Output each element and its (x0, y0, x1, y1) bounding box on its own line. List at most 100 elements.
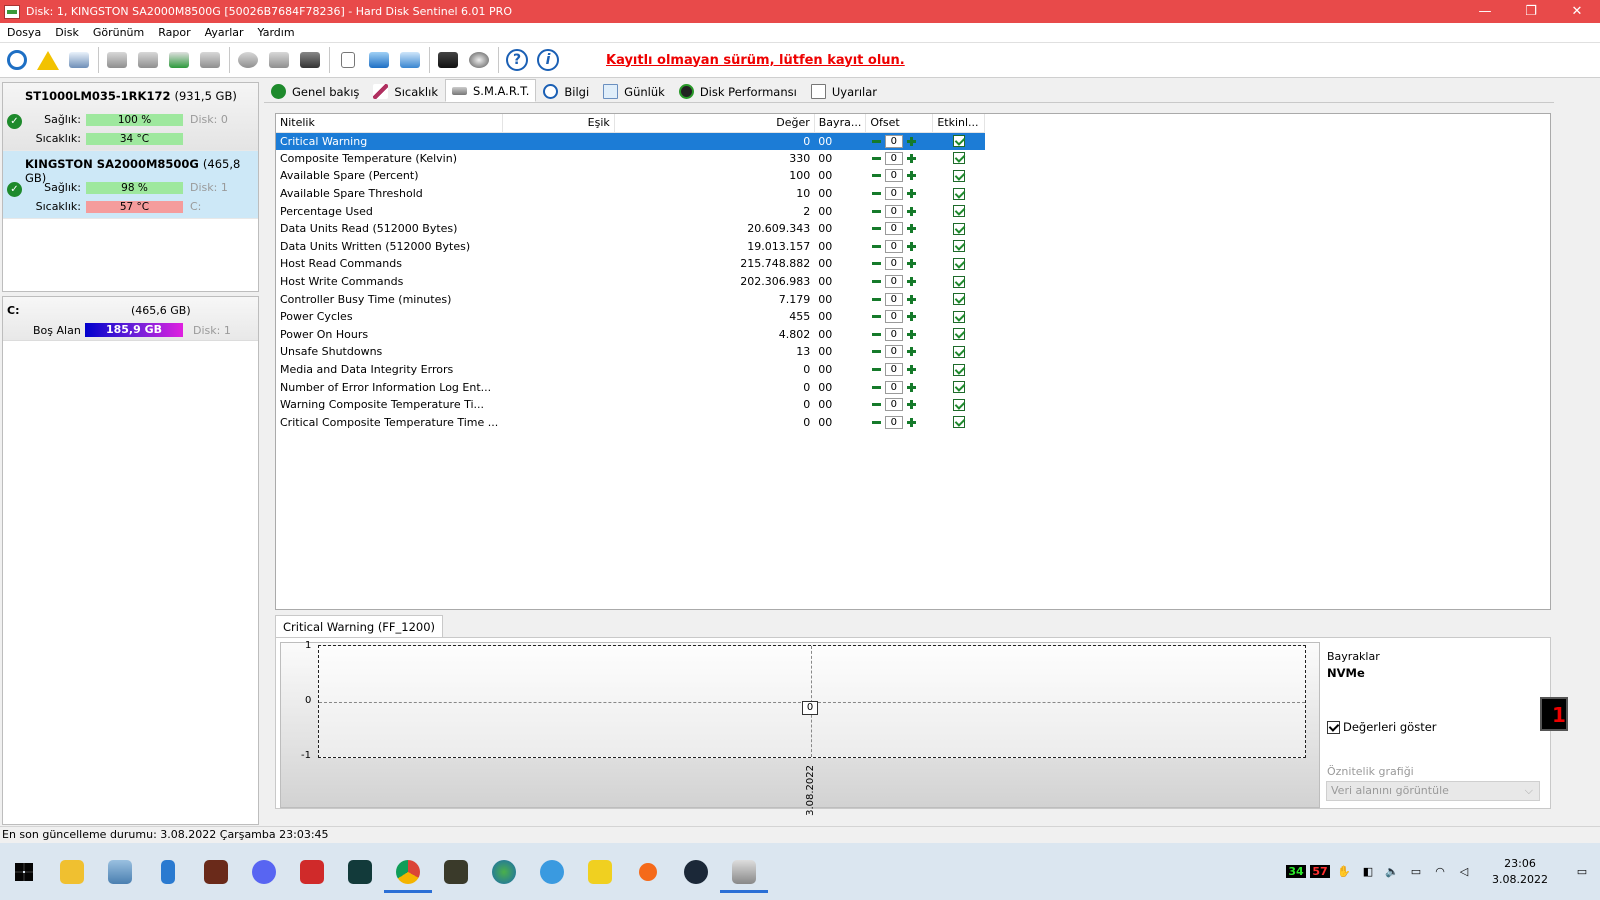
minus-icon[interactable] (870, 275, 883, 288)
col-value[interactable]: Değer (614, 114, 815, 133)
checkbox-icon[interactable] (1327, 720, 1340, 734)
close-button[interactable]: ✕ (1554, 0, 1600, 23)
offset-value[interactable]: 0 (884, 169, 903, 183)
enabled-checkbox[interactable] (952, 205, 965, 218)
tab-smart[interactable]: S.M.A.R.T. (444, 79, 537, 102)
minus-icon[interactable] (870, 152, 883, 165)
minus-icon[interactable] (870, 310, 883, 323)
menu-settings[interactable]: Ayarlar (198, 26, 251, 39)
minus-icon[interactable] (870, 381, 883, 394)
network-icon[interactable] (397, 47, 423, 73)
earth-icon[interactable] (480, 850, 528, 893)
offset-value[interactable]: 0 (884, 292, 903, 306)
warning-icon[interactable] (35, 47, 61, 73)
speaker-icon[interactable] (466, 47, 492, 73)
menu-disk[interactable]: Disk (48, 26, 86, 39)
steam-icon[interactable] (672, 850, 720, 893)
plus-icon[interactable] (905, 416, 918, 429)
menu-report[interactable]: Rapor (151, 26, 197, 39)
enabled-checkbox[interactable] (952, 257, 965, 270)
minus-icon[interactable] (870, 345, 883, 358)
minus-icon[interactable] (870, 328, 883, 341)
plus-icon[interactable] (905, 205, 918, 218)
offset-value[interactable]: 0 (884, 257, 903, 271)
arc-icon[interactable] (336, 850, 384, 893)
info-icon[interactable]: i (535, 47, 561, 73)
minus-icon[interactable] (870, 293, 883, 306)
plus-icon[interactable] (905, 345, 918, 358)
enabled-checkbox[interactable] (952, 310, 965, 323)
tray-temp-disk1[interactable]: 57 (1308, 862, 1332, 882)
offset-value[interactable]: 0 (884, 151, 903, 165)
plus-icon[interactable] (905, 152, 918, 165)
table-row[interactable]: Controller Busy Time (minutes) 7.179 00 0 (276, 290, 985, 308)
plus-icon[interactable] (905, 222, 918, 235)
offset-value[interactable]: 0 (884, 380, 903, 394)
offset-value[interactable]: 0 (884, 187, 903, 201)
col-offset[interactable]: Ofset (865, 114, 934, 133)
battery-icon[interactable]: ▭ (1404, 862, 1428, 882)
enabled-checkbox[interactable] (952, 187, 965, 200)
offset-value[interactable]: 0 (884, 134, 903, 148)
table-row[interactable]: Host Read Commands 215.748.882 00 0 (276, 255, 985, 273)
origin-icon[interactable] (624, 850, 672, 893)
table-row[interactable]: Power On Hours 4.802 00 0 (276, 326, 985, 344)
enabled-checkbox[interactable] (952, 345, 965, 358)
table-row[interactable]: Warning Composite Temperature Ti... 0 00 0 (276, 396, 985, 414)
table-row[interactable]: Available Spare Threshold 10 00 0 (276, 185, 985, 203)
table-row[interactable]: Host Write Commands 202.306.983 00 0 (276, 273, 985, 291)
hdsentinel-icon[interactable] (720, 850, 768, 893)
offset-value[interactable]: 0 (884, 327, 903, 341)
enabled-checkbox[interactable] (952, 328, 965, 341)
offset-value[interactable]: 0 (884, 398, 903, 412)
menu-file[interactable]: Dosya (0, 26, 48, 39)
plus-icon[interactable] (905, 328, 918, 341)
enabled-checkbox[interactable] (952, 363, 965, 376)
minus-icon[interactable] (870, 416, 883, 429)
plus-icon[interactable] (905, 363, 918, 376)
alert-badge[interactable]: 1 (1540, 697, 1568, 731)
tab-temperature[interactable]: Sıcaklık (366, 81, 445, 102)
plus-icon[interactable] (905, 275, 918, 288)
table-row[interactable]: Number of Error Information Log Ent... 0 0… (276, 378, 985, 396)
tab-alerts[interactable]: Uyarılar (804, 81, 884, 102)
notepad-icon[interactable] (96, 850, 144, 893)
minus-icon[interactable] (870, 222, 883, 235)
usb-icon[interactable] (144, 850, 192, 893)
sound-icon[interactable]: ◁ (1452, 862, 1476, 882)
tab-overview[interactable]: Genel bakış (264, 81, 366, 102)
enabled-checkbox[interactable] (952, 240, 965, 253)
table-row[interactable]: Available Spare (Percent) 100 00 0 (276, 167, 985, 185)
minus-icon[interactable] (870, 205, 883, 218)
tab-performance[interactable]: Disk Performansı (672, 81, 804, 102)
explorer-icon[interactable] (48, 850, 96, 893)
tray-temp-disk0[interactable]: 34 (1284, 862, 1308, 882)
register-link[interactable]: Kayıtlı olmayan sürüm, lütfen kayıt olun… (606, 53, 905, 68)
volume-icon[interactable]: 🔈 (1380, 862, 1404, 882)
minus-icon[interactable] (870, 363, 883, 376)
disk-ok-icon[interactable] (166, 47, 192, 73)
enabled-checkbox[interactable] (952, 222, 965, 235)
minus-icon[interactable] (870, 169, 883, 182)
col-threshold[interactable]: Eşik (502, 114, 615, 133)
hand-tray-icon[interactable]: ✋ (1332, 862, 1356, 882)
player-icon[interactable] (576, 850, 624, 893)
minus-icon[interactable] (870, 240, 883, 253)
minus-icon[interactable] (870, 135, 883, 148)
tab-info[interactable]: Bilgi (536, 81, 596, 102)
help-icon[interactable]: ? (504, 47, 530, 73)
table-row[interactable]: Composite Temperature (Kelvin) 330 00 0 (276, 150, 985, 168)
plus-icon[interactable] (905, 381, 918, 394)
offset-value[interactable]: 0 (884, 275, 903, 289)
enabled-checkbox[interactable] (952, 398, 965, 411)
table-row[interactable]: Critical Warning 0 00 0 (276, 132, 985, 150)
monitor-icon[interactable] (435, 47, 461, 73)
plus-icon[interactable] (905, 135, 918, 148)
nvidia-icon[interactable]: ◧ (1356, 862, 1380, 882)
col-attribute[interactable]: Nitelik (276, 114, 503, 133)
hdd-icon[interactable] (266, 47, 292, 73)
table-row[interactable]: Data Units Written (512000 Bytes) 19.013.… (276, 238, 985, 256)
offset-value[interactable]: 0 (884, 415, 903, 429)
enabled-checkbox[interactable] (952, 381, 965, 394)
enabled-checkbox[interactable] (952, 135, 965, 148)
